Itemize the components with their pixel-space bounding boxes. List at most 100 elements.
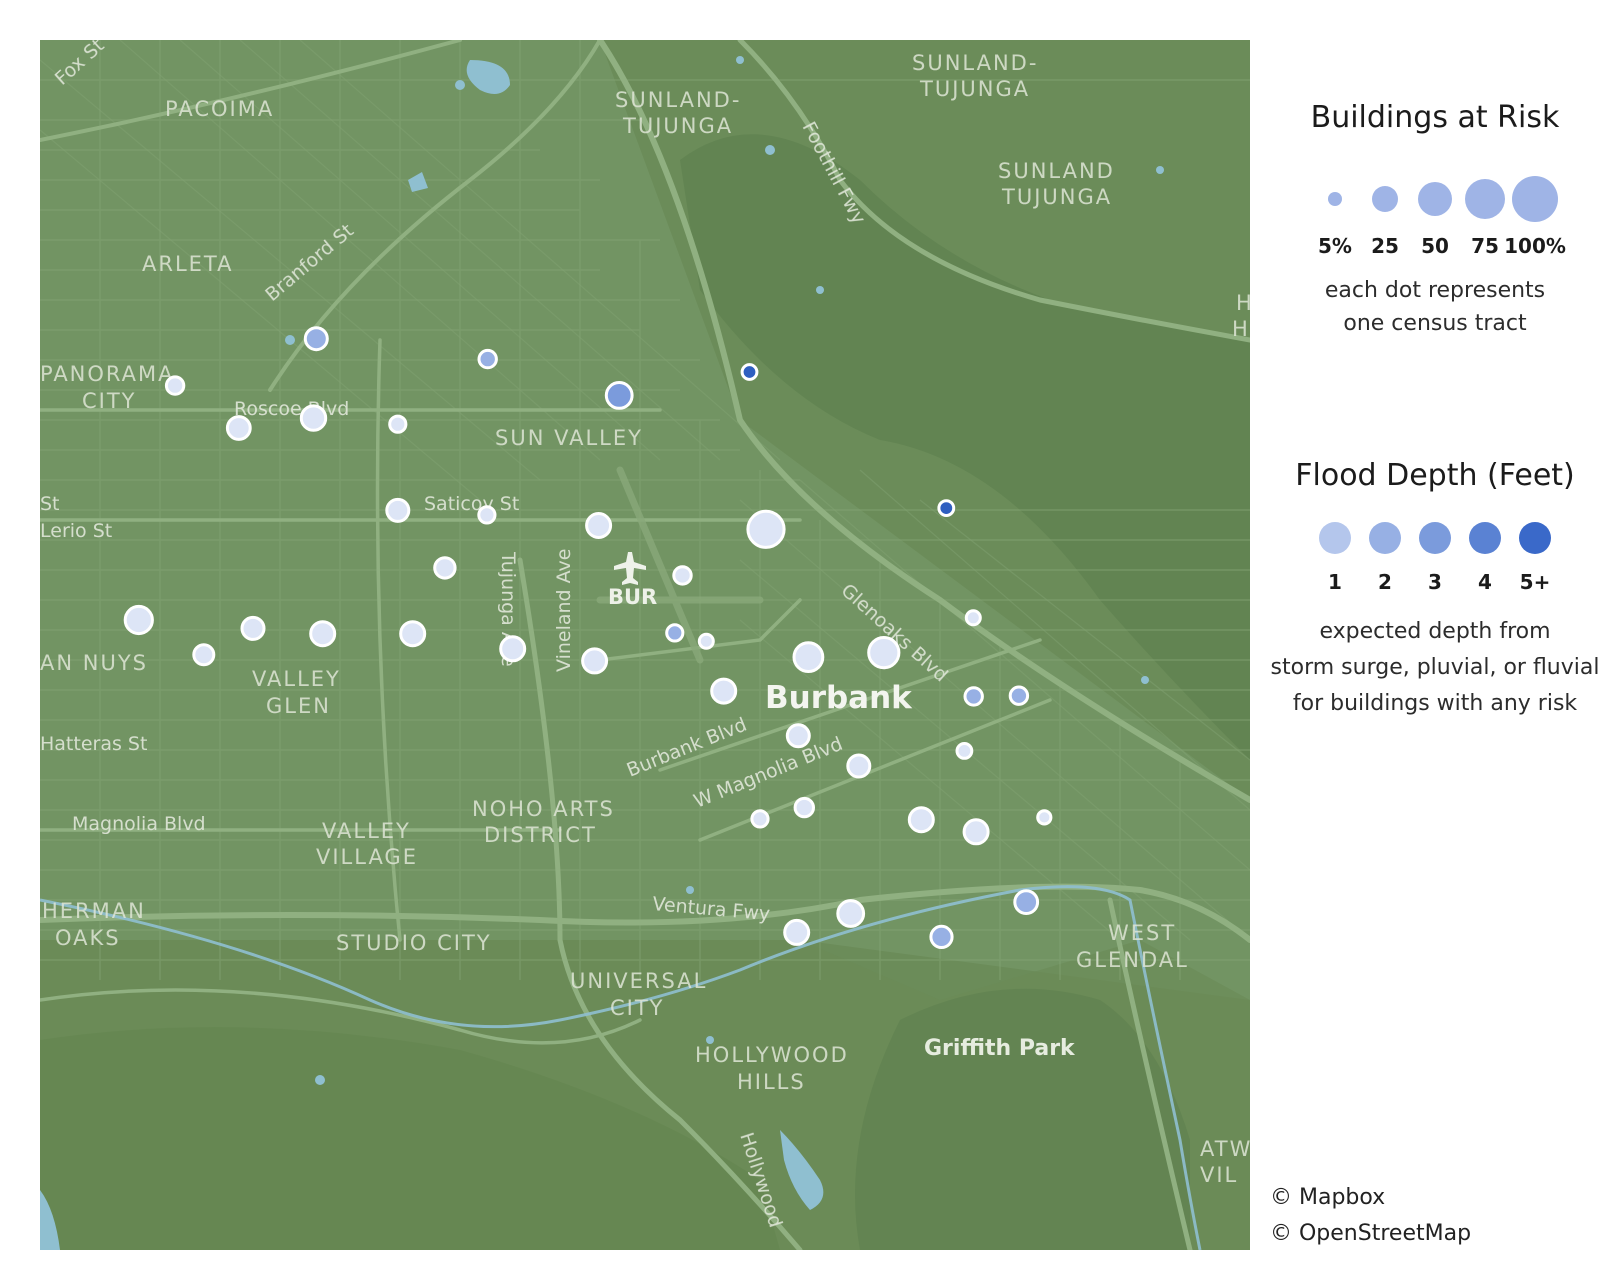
depth-legend-item: 2 (1360, 520, 1410, 594)
census-tract-dot[interactable] (477, 505, 497, 525)
census-tract-dot[interactable] (929, 924, 954, 950)
place-label: OAKS (55, 926, 121, 950)
census-tract-dot[interactable] (303, 326, 329, 352)
size-legend-label: 75 (1471, 234, 1499, 258)
size-legend-dot (1464, 178, 1506, 220)
place-label: SUNLAND (998, 159, 1115, 183)
depth-legend-label: 1 (1328, 570, 1342, 594)
census-tract-dot[interactable] (836, 899, 866, 928)
city-label-burbank: Burbank (765, 680, 913, 716)
census-tract-dot[interactable] (385, 497, 411, 523)
size-legend-label: 100% (1504, 234, 1566, 258)
size-legend-label: 25 (1371, 234, 1399, 258)
census-tract-dot[interactable] (388, 414, 408, 434)
census-tract-dot[interactable] (240, 615, 266, 641)
size-legend-dot (1327, 191, 1343, 207)
park-label: Griffith Park (924, 1036, 1076, 1061)
place-label: AN NUYS (40, 651, 148, 675)
depth-legend-label: 4 (1478, 570, 1492, 594)
census-tract-dot[interactable] (433, 556, 457, 580)
depth-legend-dot (1419, 522, 1451, 554)
census-tract-dot[interactable] (746, 509, 786, 549)
road-label: Hatteras St (40, 733, 147, 755)
census-tract-dot[interactable] (309, 620, 337, 648)
place-label: VALLEY (252, 667, 341, 691)
depth-legend-dot (1469, 522, 1501, 554)
place-label: TUJUNGA (919, 77, 1030, 101)
place-label: NOHO ARTS (472, 797, 615, 821)
size-legend-dot-box (1512, 172, 1558, 226)
census-tract-dot[interactable] (499, 635, 527, 663)
census-tract-dot[interactable] (750, 809, 770, 829)
osm-credit[interactable]: © OpenStreetMap (1270, 1216, 1471, 1252)
depth-legend-item: 5+ (1510, 520, 1560, 594)
census-tract-dot[interactable] (192, 643, 216, 667)
size-legend-dot (1512, 176, 1558, 222)
census-tract-dot[interactable] (1013, 889, 1040, 915)
census-tract-dot[interactable] (740, 363, 759, 381)
census-tract-dot[interactable] (665, 623, 685, 643)
place-label: CITY (82, 389, 137, 413)
depth-legend-label: 3 (1428, 570, 1442, 594)
census-tract-dot[interactable] (907, 806, 935, 834)
road-label: Magnolia Blvd (72, 813, 206, 835)
size-legend-dot (1417, 181, 1453, 217)
depth-legend-item: 4 (1460, 520, 1510, 594)
depth-legend-row: 1 2 3 4 5+ (1250, 520, 1620, 594)
depth-note-line: storm surge, pluvial, or fluvial (1270, 655, 1600, 680)
census-tract-dot[interactable] (783, 918, 811, 946)
census-tract-dot[interactable] (225, 415, 252, 441)
size-legend-label: 5% (1318, 234, 1352, 258)
airport-label: BUR (608, 585, 657, 609)
size-legend-item: 100% (1504, 172, 1566, 258)
census-tract-dot[interactable] (123, 604, 154, 636)
census-tract-dot[interactable] (604, 381, 634, 410)
size-note-line: one census tract (1343, 311, 1527, 336)
place-label: DISTRICT (484, 823, 597, 847)
size-legend-item: 25 (1360, 172, 1410, 258)
census-tract-dot[interactable] (477, 348, 498, 370)
census-tract-dot[interactable] (793, 796, 815, 819)
census-tract-dot[interactable] (672, 565, 693, 586)
depth-legend-dot-box (1519, 520, 1551, 556)
road-label: Roscoe Blvd (234, 398, 349, 420)
census-tract-dot[interactable] (963, 686, 984, 707)
size-legend-dot-box (1417, 172, 1453, 226)
size-legend-dot-box (1464, 172, 1506, 226)
place-label: VALLEY (322, 819, 411, 843)
census-tract-dot[interactable] (955, 742, 974, 760)
place-label: ATW (1200, 1137, 1250, 1161)
census-tract-dot[interactable] (962, 818, 990, 846)
place-label: SUNLAND- (912, 51, 1038, 75)
census-tract-dot[interactable] (867, 636, 901, 670)
depth-legend-dot-box (1419, 520, 1451, 556)
size-legend-row: 5% 25 50 75 100% (1250, 172, 1620, 258)
depth-note-line: expected depth from (1319, 619, 1551, 644)
place-label: HI (1232, 317, 1250, 341)
census-tract-dot[interactable] (164, 375, 186, 396)
depth-legend-label: 5+ (1519, 570, 1551, 594)
census-tract-dot[interactable] (710, 677, 738, 705)
road-label: Lerio St (40, 520, 112, 542)
depth-legend-note: expected depth from storm surge, pluvial… (1250, 614, 1620, 722)
legend-panel: Buildings at Risk 5% 25 50 75 100% each dot … (1250, 100, 1620, 722)
census-tract-dot[interactable] (697, 632, 715, 650)
census-tract-dot[interactable] (964, 609, 982, 627)
census-tract-dot[interactable] (1036, 809, 1053, 826)
census-tract-dot[interactable] (1008, 685, 1030, 706)
census-tract-dot[interactable] (399, 620, 427, 648)
basemap: PACOIMA SUNLAND- TUJUNGA SUNLAND- TUJUNG… (40, 40, 1250, 1250)
census-tract-dot[interactable] (785, 723, 811, 749)
census-tract-dot[interactable] (585, 512, 613, 539)
census-tract-dot[interactable] (846, 753, 872, 779)
map-view[interactable]: PACOIMA SUNLAND- TUJUNGA SUNLAND- TUJUNG… (40, 40, 1250, 1250)
depth-legend-label: 2 (1378, 570, 1392, 594)
mapbox-credit[interactable]: © Mapbox (1270, 1180, 1471, 1216)
census-tract-dot[interactable] (937, 499, 956, 518)
census-tract-dot[interactable] (792, 641, 825, 673)
census-tract-dot[interactable] (581, 647, 609, 675)
depth-legend-dot (1369, 522, 1401, 554)
census-tract-dot[interactable] (299, 404, 328, 432)
place-label: TUJUNGA (622, 114, 733, 138)
size-legend-item: 75 (1460, 172, 1510, 258)
